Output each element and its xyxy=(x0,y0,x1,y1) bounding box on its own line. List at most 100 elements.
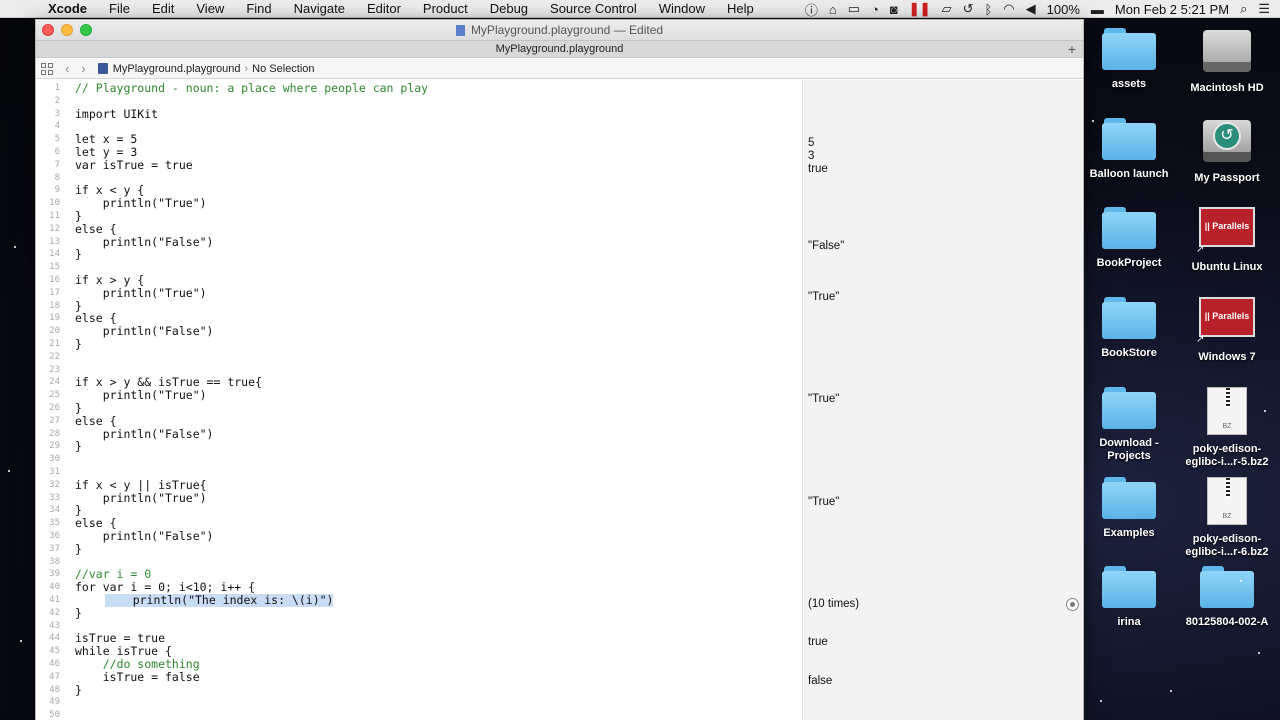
desktop-item[interactable]: Examples xyxy=(1079,476,1179,540)
folder-icon[interactable] xyxy=(1102,386,1156,429)
menu-source-control[interactable]: Source Control xyxy=(550,1,637,16)
result-value[interactable]: 3 xyxy=(808,150,814,163)
code-line[interactable]: 25 println("True") xyxy=(36,389,802,402)
code-line[interactable]: 13 println("False") xyxy=(36,235,802,249)
code-line[interactable]: 8 xyxy=(36,172,802,185)
airplay-icon[interactable]: ▱ xyxy=(942,1,952,17)
desktop-item[interactable]: Balloon launch xyxy=(1079,117,1179,181)
time-machine-drive-icon[interactable]: ↺ xyxy=(1203,118,1251,164)
code-text[interactable]: println("False") xyxy=(75,325,214,338)
code-text[interactable]: //do something xyxy=(75,658,200,671)
code-text[interactable]: println("True") xyxy=(75,286,207,300)
code-text[interactable]: if x > y { xyxy=(75,274,144,287)
code-line[interactable]: 29} xyxy=(36,440,802,453)
code-line[interactable]: 11} xyxy=(36,210,802,223)
result-value[interactable]: "True" xyxy=(808,496,839,509)
chat-icon[interactable]: ◙ xyxy=(890,2,898,17)
parallels-vm-icon[interactable]: || Parallels ↗ xyxy=(1196,207,1255,255)
code-text[interactable]: } xyxy=(75,248,82,261)
desktop-item[interactable]: || Parallels ↗ Windows 7 xyxy=(1177,297,1277,364)
desktop-item[interactable]: || Parallels ↗ Ubuntu Linux xyxy=(1177,207,1277,274)
archive-file-icon[interactable]: BZ xyxy=(1207,386,1247,435)
code-text[interactable]: isTrue = false xyxy=(75,670,200,684)
volume-icon[interactable]: ◀ xyxy=(1026,1,1036,17)
code-line[interactable]: 31 xyxy=(36,466,802,479)
desktop-item[interactable]: assets xyxy=(1079,28,1179,91)
code-line[interactable]: 5 let x = 5 xyxy=(36,133,802,146)
folder-icon[interactable] xyxy=(1102,476,1156,519)
code-text[interactable]: } xyxy=(75,542,82,556)
code-text[interactable]: } xyxy=(75,210,82,223)
battery-icon[interactable]: ▬ xyxy=(1091,2,1104,17)
code-line[interactable]: 28 println("False") xyxy=(36,427,802,441)
code-line[interactable]: 20 println("False") xyxy=(36,325,802,338)
desktop-item[interactable]: BZ poky-edison-eglibc-i...r-5.bz2 xyxy=(1177,386,1277,469)
menu-find[interactable]: Find xyxy=(246,1,271,16)
code-text[interactable]: } xyxy=(75,440,82,453)
code-line[interactable]: 3 import UIKit xyxy=(36,107,802,121)
code-text[interactable]: println("True") xyxy=(75,389,207,402)
code-line[interactable]: 48} xyxy=(36,683,802,697)
menu-editor[interactable]: Editor xyxy=(367,1,401,16)
code-line[interactable]: 18} xyxy=(36,299,802,313)
code-line[interactable]: 46 //do something xyxy=(36,658,802,671)
folder-icon[interactable] xyxy=(1102,566,1156,609)
code-line[interactable]: 12 else { xyxy=(36,222,802,236)
jumpbar-file[interactable]: MyPlayground.playground xyxy=(113,63,241,75)
bell-icon[interactable]: ◔ xyxy=(871,2,879,17)
time-machine-icon[interactable]: ↺ xyxy=(963,1,974,17)
code-line[interactable]: 26} xyxy=(36,402,802,415)
code-line[interactable]: 16 if x > y { xyxy=(36,274,802,287)
desktop-item[interactable]: BZ poky-edison-eglibc-i...r-6.bz2 xyxy=(1177,476,1277,559)
code-line[interactable]: 50 xyxy=(36,709,802,720)
code-line[interactable]: 4 xyxy=(36,120,802,133)
value-history-circle-icon[interactable] xyxy=(1066,598,1079,611)
result-value[interactable]: "False" xyxy=(808,240,844,253)
folder-icon[interactable] xyxy=(1102,207,1156,250)
menu-debug[interactable]: Debug xyxy=(490,1,528,16)
folder-icon[interactable] xyxy=(1102,28,1156,70)
code-text[interactable]: println("False") xyxy=(75,427,214,441)
desktop-item[interactable]: Download - Projects xyxy=(1079,386,1179,463)
result-value[interactable]: 5 xyxy=(808,137,814,150)
menu-edit[interactable]: Edit xyxy=(152,1,174,16)
code-line[interactable]: 34} xyxy=(36,504,802,517)
minimize-window-button[interactable] xyxy=(61,24,73,36)
screen-icon[interactable]: ▭ xyxy=(848,1,860,17)
pause-icon[interactable]: ❚❚ xyxy=(909,1,931,17)
result-value[interactable]: "True" xyxy=(808,291,839,304)
folder-icon[interactable] xyxy=(1200,566,1254,609)
menu-product[interactable]: Product xyxy=(423,1,468,16)
desktop-item[interactable]: 80125804-002-A xyxy=(1177,566,1277,629)
desktop-item[interactable]: BookStore xyxy=(1079,297,1179,360)
bluetooth-icon[interactable]: ᛒ xyxy=(984,2,992,17)
desktop-item[interactable]: Macintosh HD xyxy=(1177,28,1277,95)
menu-xcode[interactable]: Xcode xyxy=(48,1,87,16)
code-text[interactable]: import UIKit xyxy=(75,107,158,121)
menu-window[interactable]: Window xyxy=(659,1,705,16)
result-value[interactable]: true xyxy=(808,636,828,649)
code-line[interactable]: 47 isTrue = false xyxy=(36,670,802,684)
result-value[interactable]: true xyxy=(808,163,828,176)
code-line[interactable]: 7 var isTrue = true xyxy=(36,158,802,172)
new-tab-plus-icon[interactable]: + xyxy=(1065,41,1079,57)
result-value[interactable]: false xyxy=(808,675,832,688)
code-text[interactable]: } xyxy=(75,683,82,697)
code-text[interactable]: println("False") xyxy=(75,235,214,249)
code-text[interactable]: println("False") xyxy=(75,530,214,543)
folder-icon[interactable] xyxy=(1102,297,1156,340)
code-text[interactable]: let y = 3 xyxy=(75,146,137,159)
home-icon[interactable]: ⌂ xyxy=(829,2,837,17)
result-value[interactable]: (10 times) xyxy=(808,598,859,611)
menu-help[interactable]: Help xyxy=(727,1,754,16)
code-line[interactable]: 22 xyxy=(36,351,802,364)
code-line[interactable]: 49 xyxy=(36,696,802,709)
code-line[interactable]: 15 xyxy=(36,261,802,274)
battery-status[interactable]: 100% xyxy=(1047,2,1080,17)
code-line[interactable]: 33 println("True") xyxy=(36,491,802,505)
desktop-item[interactable]: BookProject xyxy=(1079,207,1179,270)
code-text[interactable]: println("True") xyxy=(75,491,207,505)
code-line[interactable]: 27 else { xyxy=(36,414,802,428)
parallels-vm-icon[interactable]: || Parallels ↗ xyxy=(1196,297,1255,345)
related-items-grid-icon[interactable] xyxy=(41,62,53,75)
